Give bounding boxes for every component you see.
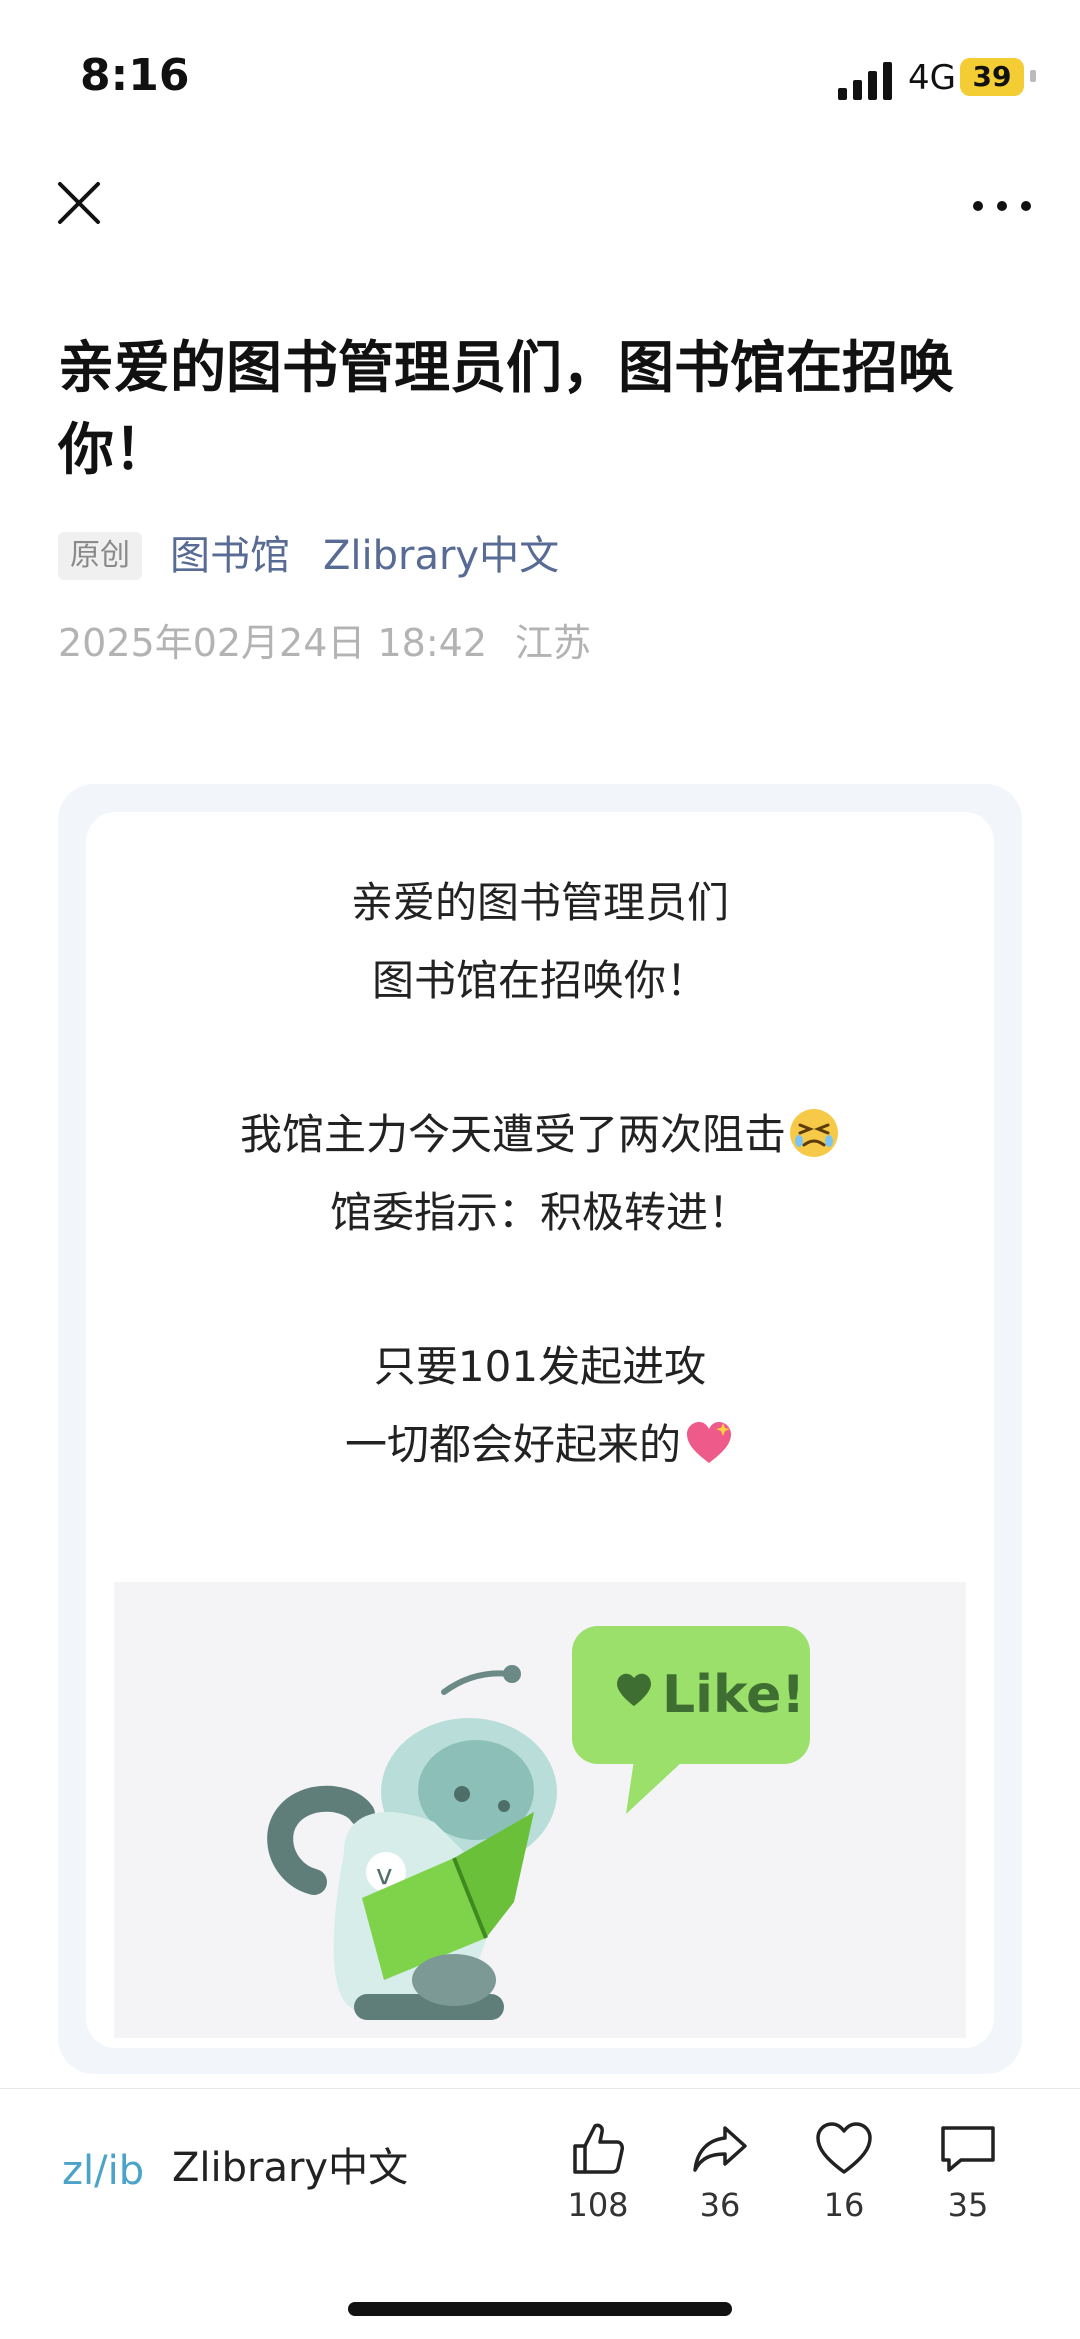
zlib-logo-icon: zl/ib — [62, 2148, 144, 2194]
paragraph-2: 我馆主力今天遭受了两次阻击 馆委指示：积极转进！ — [86, 1096, 994, 1252]
comment-icon — [941, 2126, 995, 2172]
close-icon — [58, 182, 100, 224]
content-card-inner: 亲爱的图书管理员们 图书馆在招唤你！ 我馆主力今天遭受了两次阻击 馆委指示：积极… — [86, 812, 994, 2048]
card-text: 亲爱的图书管理员们 图书馆在招唤你！ 我馆主力今天遭受了两次阻击 馆委指示：积极… — [86, 864, 994, 1484]
share-count: 36 — [699, 2186, 741, 2224]
status-indicators: 4G 39 — [780, 56, 1080, 106]
text-line: 馆委指示：积极转进！ — [329, 1188, 750, 1237]
text-line: 只要101发起进攻 — [373, 1342, 707, 1391]
text-line: 图书馆在招唤你！ — [371, 956, 708, 1005]
comment-count: 35 — [947, 2186, 989, 2224]
logo-text: zl/ib — [62, 2148, 144, 2194]
like-label: Like! — [662, 1665, 805, 1725]
share-button[interactable]: 36 — [670, 2118, 770, 2224]
heart-icon — [816, 2122, 872, 2174]
close-button[interactable] — [48, 172, 110, 234]
footer-author-name[interactable]: Zlibrary中文 — [172, 2140, 408, 2196]
network-type: 4G — [908, 58, 956, 98]
status-time: 8:16 — [80, 50, 190, 101]
like-count: 108 — [567, 2186, 629, 2224]
paragraph-3: 只要101发起进攻 一切都会好起来的 — [86, 1328, 994, 1484]
sparkling-heart-emoji-icon — [687, 1422, 731, 1463]
author-link[interactable]: Zlibrary中文 — [323, 530, 559, 582]
thumbs-up-icon — [573, 2123, 624, 2174]
footer-divider — [0, 2088, 1080, 2089]
text-line-with-emoji: 我馆主力今天遭受了两次阻击 — [86, 1096, 994, 1174]
signal-icon — [838, 62, 892, 100]
robot-illustration-image: Like! v — [267, 1626, 810, 2020]
publish-info: 2025年02月24日 18:42 江苏 — [58, 612, 619, 667]
account-link[interactable]: 图书馆 — [170, 530, 290, 582]
more-button[interactable] — [964, 176, 1040, 236]
more-icon — [973, 201, 1031, 211]
article-meta: 原创 图书馆 Zlibrary中文 — [58, 530, 1038, 586]
share-icon — [693, 2126, 747, 2172]
text-line-with-emoji: 一切都会好起来的 — [86, 1406, 994, 1484]
favorite-button[interactable]: 16 — [794, 2118, 894, 2224]
status-bar: 8:16 4G 39 — [0, 0, 1080, 150]
content-card: 亲爱的图书管理员们 图书馆在招唤你！ 我馆主力今天遭受了两次阻击 馆委指示：积极… — [58, 784, 1022, 2074]
like-button[interactable]: 108 — [548, 2118, 648, 2224]
favorite-count: 16 — [823, 2186, 865, 2224]
home-indicator[interactable] — [348, 2302, 732, 2316]
battery-level: 39 — [960, 58, 1024, 96]
text-line: 我馆主力今天遭受了两次阻击 — [239, 1110, 786, 1159]
publish-date: 2025年02月24日 18:42 — [58, 621, 488, 665]
text-line: 亲爱的图书管理员们 — [350, 878, 729, 927]
robot-reading-illustration: Like! v — [114, 1582, 966, 2038]
paragraph-1: 亲爱的图书管理员们 图书馆在招唤你！ — [86, 864, 994, 1020]
original-tag: 原创 — [58, 532, 142, 580]
persevering-face-emoji-icon — [790, 1109, 838, 1157]
comment-button[interactable]: 35 — [918, 2118, 1018, 2224]
publish-location: 江苏 — [515, 621, 592, 665]
battery-icon — [1030, 70, 1036, 82]
article-title: 亲爱的图书管理员们，图书馆在招唤你！ — [58, 336, 954, 483]
text-line: 一切都会好起来的 — [344, 1420, 681, 1469]
